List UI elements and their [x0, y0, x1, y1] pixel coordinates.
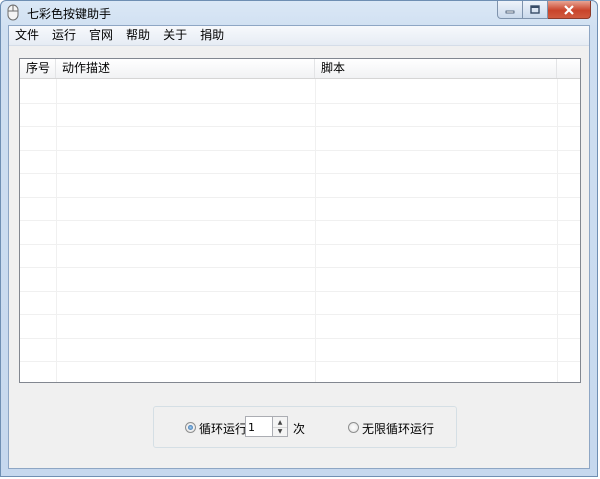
- grid-line: [56, 79, 57, 382]
- app-window: 七彩色按键助手 文件 运行 官网 帮助 关于 捐助 序号 动作描述 脚本 循环运…: [0, 0, 598, 477]
- arrow-up-icon: ▲: [277, 418, 283, 426]
- loop-options-group: 循环运行 ▲ ▼ 次 无限循环运行: [153, 406, 457, 448]
- grid-line: [20, 103, 580, 104]
- menu-run[interactable]: 运行: [46, 26, 83, 45]
- menu-about[interactable]: 关于: [157, 26, 194, 45]
- grid-line: [20, 150, 580, 151]
- loop-run-radio[interactable]: [185, 422, 196, 433]
- close-button[interactable]: [548, 1, 591, 19]
- maximize-icon: [530, 5, 540, 14]
- loop-count-input[interactable]: [245, 416, 273, 437]
- menu-bar: 文件 运行 官网 帮助 关于 捐助: [9, 26, 589, 46]
- close-icon: [564, 4, 574, 15]
- grid-line: [20, 173, 580, 174]
- grid-line: [20, 361, 580, 362]
- list-body: [20, 79, 580, 382]
- title-bar[interactable]: 七彩色按键助手: [1, 1, 597, 25]
- infinite-loop-label[interactable]: 无限循环运行: [362, 420, 434, 437]
- grid-line: [557, 79, 558, 382]
- column-header-script[interactable]: 脚本: [315, 59, 557, 78]
- column-header-filler: [557, 59, 580, 78]
- loop-count-spinner: ▲ ▼: [273, 416, 288, 437]
- column-header-index[interactable]: 序号: [20, 59, 56, 78]
- grid-line: [20, 267, 580, 268]
- window-title: 七彩色按键助手: [27, 7, 112, 21]
- column-header-description[interactable]: 动作描述: [56, 59, 315, 78]
- menu-file[interactable]: 文件: [9, 26, 46, 45]
- menu-help[interactable]: 帮助: [120, 26, 157, 45]
- menu-donate[interactable]: 捐助: [194, 26, 231, 45]
- caption-buttons: [497, 1, 591, 19]
- mouse-icon: [7, 4, 19, 21]
- maximize-button[interactable]: [523, 1, 548, 19]
- grid-line: [20, 197, 580, 198]
- times-unit-label: 次: [293, 422, 306, 436]
- list-header: 序号 动作描述 脚本: [20, 59, 580, 79]
- grid-line: [20, 244, 580, 245]
- grid-line: [20, 314, 580, 315]
- menu-website[interactable]: 官网: [83, 26, 120, 45]
- grid-line: [315, 79, 316, 382]
- grid-line: [20, 126, 580, 127]
- spin-down-button[interactable]: ▼: [273, 426, 287, 436]
- grid-line: [20, 220, 580, 221]
- action-list[interactable]: 序号 动作描述 脚本: [19, 58, 581, 383]
- minimize-icon: [505, 10, 515, 13]
- loop-run-label[interactable]: 循环运行: [199, 420, 247, 437]
- arrow-down-icon: ▼: [277, 427, 283, 435]
- infinite-loop-radio[interactable]: [348, 422, 359, 433]
- grid-line: [20, 338, 580, 339]
- grid-line: [20, 291, 580, 292]
- minimize-button[interactable]: [497, 1, 523, 19]
- client-area: 文件 运行 官网 帮助 关于 捐助 序号 动作描述 脚本 循环运行 ▲: [8, 25, 590, 469]
